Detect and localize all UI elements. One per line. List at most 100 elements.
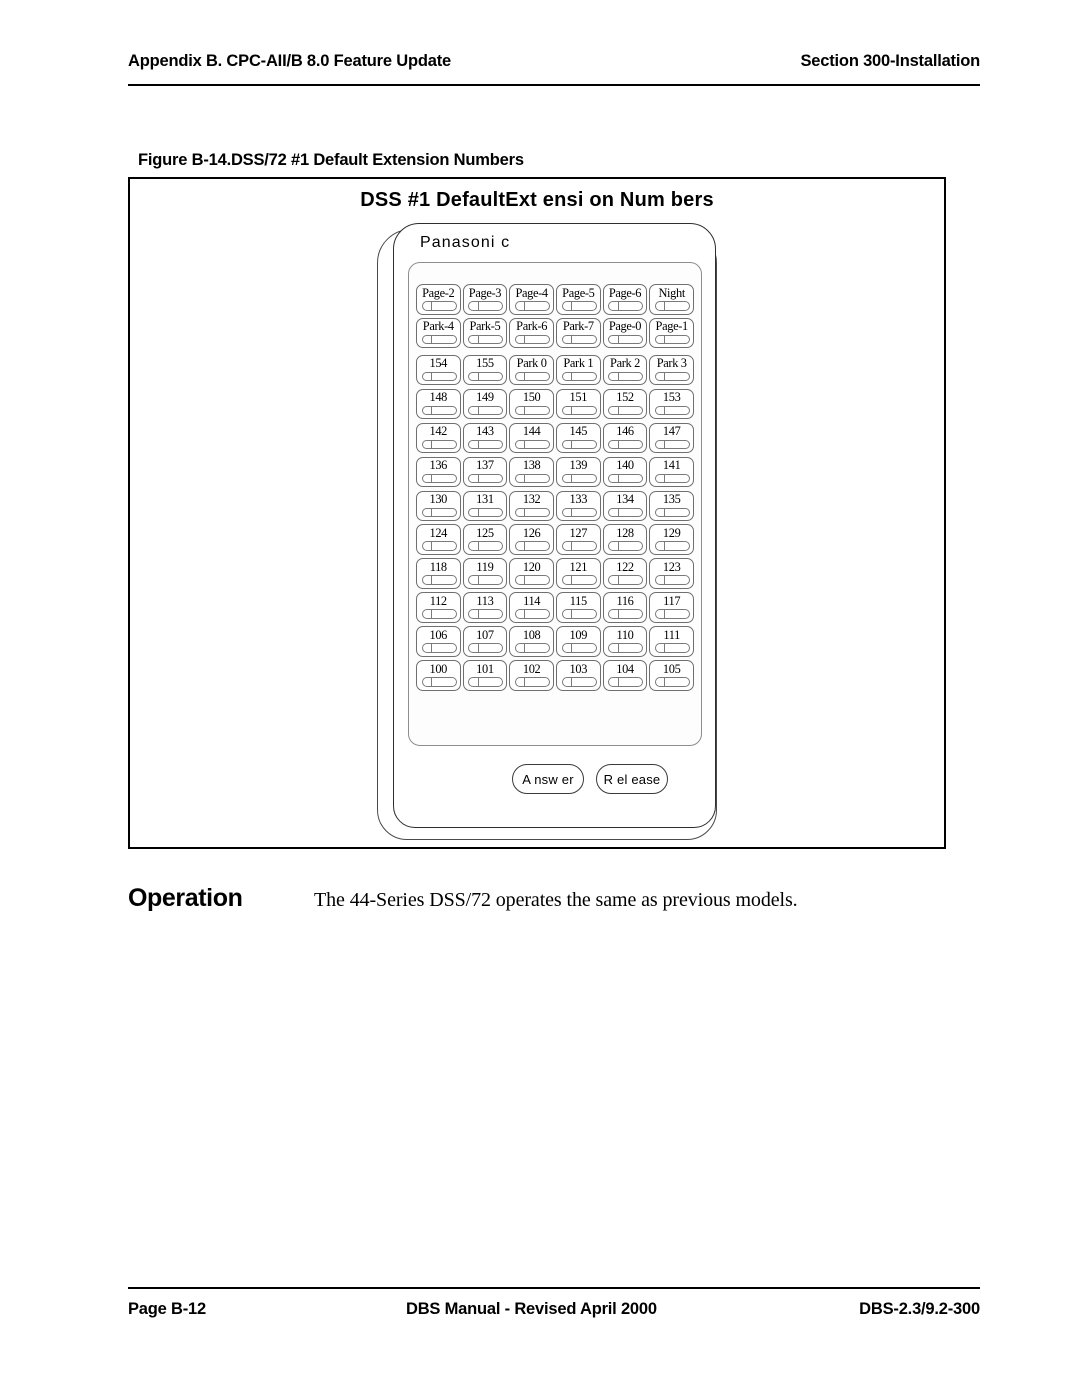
dss-key[interactable]: 101 [462, 660, 508, 691]
dss-key[interactable]: 140 [602, 456, 648, 488]
dss-key[interactable]: 131 [462, 490, 508, 522]
dss-key-label: 130 [429, 492, 448, 507]
dss-key[interactable]: 106 [416, 626, 461, 657]
dss-key[interactable]: 154 [416, 354, 461, 386]
dss-key[interactable]: Page-0 [602, 317, 648, 349]
dss-key-label: Park 1 [563, 356, 594, 371]
dss-key[interactable]: 132 [509, 490, 554, 522]
dss-key[interactable]: 146 [602, 422, 648, 454]
dss-key-label: Page-0 [608, 319, 642, 334]
dss-key-led-indicator [468, 643, 504, 653]
dss-key[interactable]: Page-6 [602, 284, 648, 315]
dss-key-led-indicator [654, 643, 690, 653]
dss-key[interactable]: Park 0 [509, 354, 554, 386]
dss-key[interactable]: 138 [509, 456, 554, 488]
dss-key-led-indicator [514, 301, 550, 311]
dss-key[interactable]: 135 [649, 490, 694, 522]
dss-key[interactable]: Park 3 [649, 354, 694, 386]
dss-key[interactable]: Park 2 [602, 354, 648, 386]
release-key[interactable]: R el ease [596, 764, 668, 794]
dss-key-label: 121 [569, 559, 588, 574]
dss-key[interactable]: 126 [509, 524, 554, 555]
dss-key-label: 151 [569, 390, 588, 405]
dss-key[interactable]: 120 [509, 558, 554, 589]
dss-key[interactable]: 127 [556, 524, 601, 555]
key-row: 124 125 126 127 128 129 [416, 524, 696, 555]
answer-key[interactable]: A nsw er [512, 764, 584, 794]
dss-key[interactable]: 152 [602, 388, 648, 420]
dss-key-label: 153 [662, 390, 681, 405]
dss-key[interactable]: 122 [602, 558, 648, 589]
dss-key[interactable]: 150 [509, 388, 554, 420]
dss-key[interactable]: 123 [649, 558, 694, 589]
dss-key[interactable]: Page-5 [556, 284, 601, 315]
dss-key[interactable]: 116 [602, 592, 648, 623]
dss-key-label: 114 [523, 593, 541, 608]
dss-key[interactable]: 133 [556, 490, 601, 522]
dss-key[interactable]: 114 [509, 592, 554, 623]
dss-key[interactable]: 137 [462, 456, 508, 488]
dss-key[interactable]: 112 [416, 592, 461, 623]
dss-key[interactable]: 109 [556, 626, 601, 657]
dss-key[interactable]: 104 [602, 660, 648, 691]
dss-key[interactable]: 103 [556, 660, 601, 691]
dss-key-led-indicator [654, 541, 690, 551]
dss-key-label: 150 [522, 390, 541, 405]
dss-key[interactable]: Park-7 [556, 317, 601, 349]
dss-key[interactable]: 111 [649, 626, 694, 657]
dss-key[interactable]: 139 [556, 456, 601, 488]
dss-key[interactable]: 105 [649, 660, 694, 691]
dss-key[interactable]: 117 [649, 592, 694, 623]
dss-key[interactable]: 147 [649, 422, 694, 454]
dss-key[interactable]: Page-2 [416, 284, 461, 315]
dss-key[interactable]: 118 [416, 558, 461, 589]
dss-key-led-indicator [514, 439, 550, 450]
dss-key-led-indicator [561, 473, 597, 484]
dss-key[interactable]: 119 [462, 558, 508, 589]
dss-key[interactable]: 100 [416, 660, 461, 691]
dss-key[interactable]: 113 [462, 592, 508, 623]
dss-key[interactable]: 151 [556, 388, 601, 420]
dss-key[interactable]: 128 [602, 524, 648, 555]
dss-key-label: Page-6 [608, 285, 642, 300]
dss-key[interactable]: Park 1 [556, 354, 601, 386]
dss-key[interactable]: Page-1 [649, 317, 694, 349]
dss-key[interactable]: 130 [416, 490, 461, 522]
key-row: 142 143 144 145 146 147 [416, 422, 696, 454]
dss-key[interactable]: 145 [556, 422, 601, 454]
dss-key[interactable]: 124 [416, 524, 461, 555]
dss-key[interactable]: 125 [462, 524, 508, 555]
dss-key[interactable]: Night [649, 284, 694, 315]
dss-key[interactable]: 149 [462, 388, 508, 420]
dss-key[interactable]: Park-5 [462, 317, 508, 349]
dss-key-led-indicator [421, 643, 457, 653]
dss-key[interactable]: Page-4 [509, 284, 554, 315]
footer-document-id: DBS-2.3/9.2-300 [859, 1300, 980, 1318]
dss-key[interactable]: 115 [556, 592, 601, 623]
dss-key[interactable]: 148 [416, 388, 461, 420]
dss-key-led-indicator [421, 609, 457, 619]
dss-key-label: 132 [522, 492, 541, 507]
dss-key[interactable]: 108 [509, 626, 554, 657]
dss-key[interactable]: Park-4 [416, 317, 461, 349]
dss-key[interactable]: 110 [602, 626, 648, 657]
dss-key-label: 105 [662, 661, 681, 676]
dss-key[interactable]: 134 [602, 490, 648, 522]
dss-key[interactable]: 155 [462, 354, 508, 386]
dss-key-label: 145 [569, 424, 588, 439]
dss-key-label: Park-7 [562, 319, 594, 334]
dss-key-label: 134 [616, 492, 634, 507]
dss-key[interactable]: Park-6 [509, 317, 554, 349]
dss-key[interactable]: 153 [649, 388, 694, 420]
dss-key[interactable]: Page-3 [462, 284, 508, 315]
dss-key[interactable]: 144 [509, 422, 554, 454]
dss-key[interactable]: 143 [462, 422, 508, 454]
dss-key[interactable]: 107 [462, 626, 508, 657]
dss-key[interactable]: 142 [416, 422, 461, 454]
dss-key[interactable]: 129 [649, 524, 694, 555]
dss-key[interactable]: 121 [556, 558, 601, 589]
dss-key-label: 110 [616, 627, 634, 642]
dss-key[interactable]: 102 [509, 660, 554, 691]
dss-key[interactable]: 141 [649, 456, 694, 488]
dss-key[interactable]: 136 [416, 456, 461, 488]
